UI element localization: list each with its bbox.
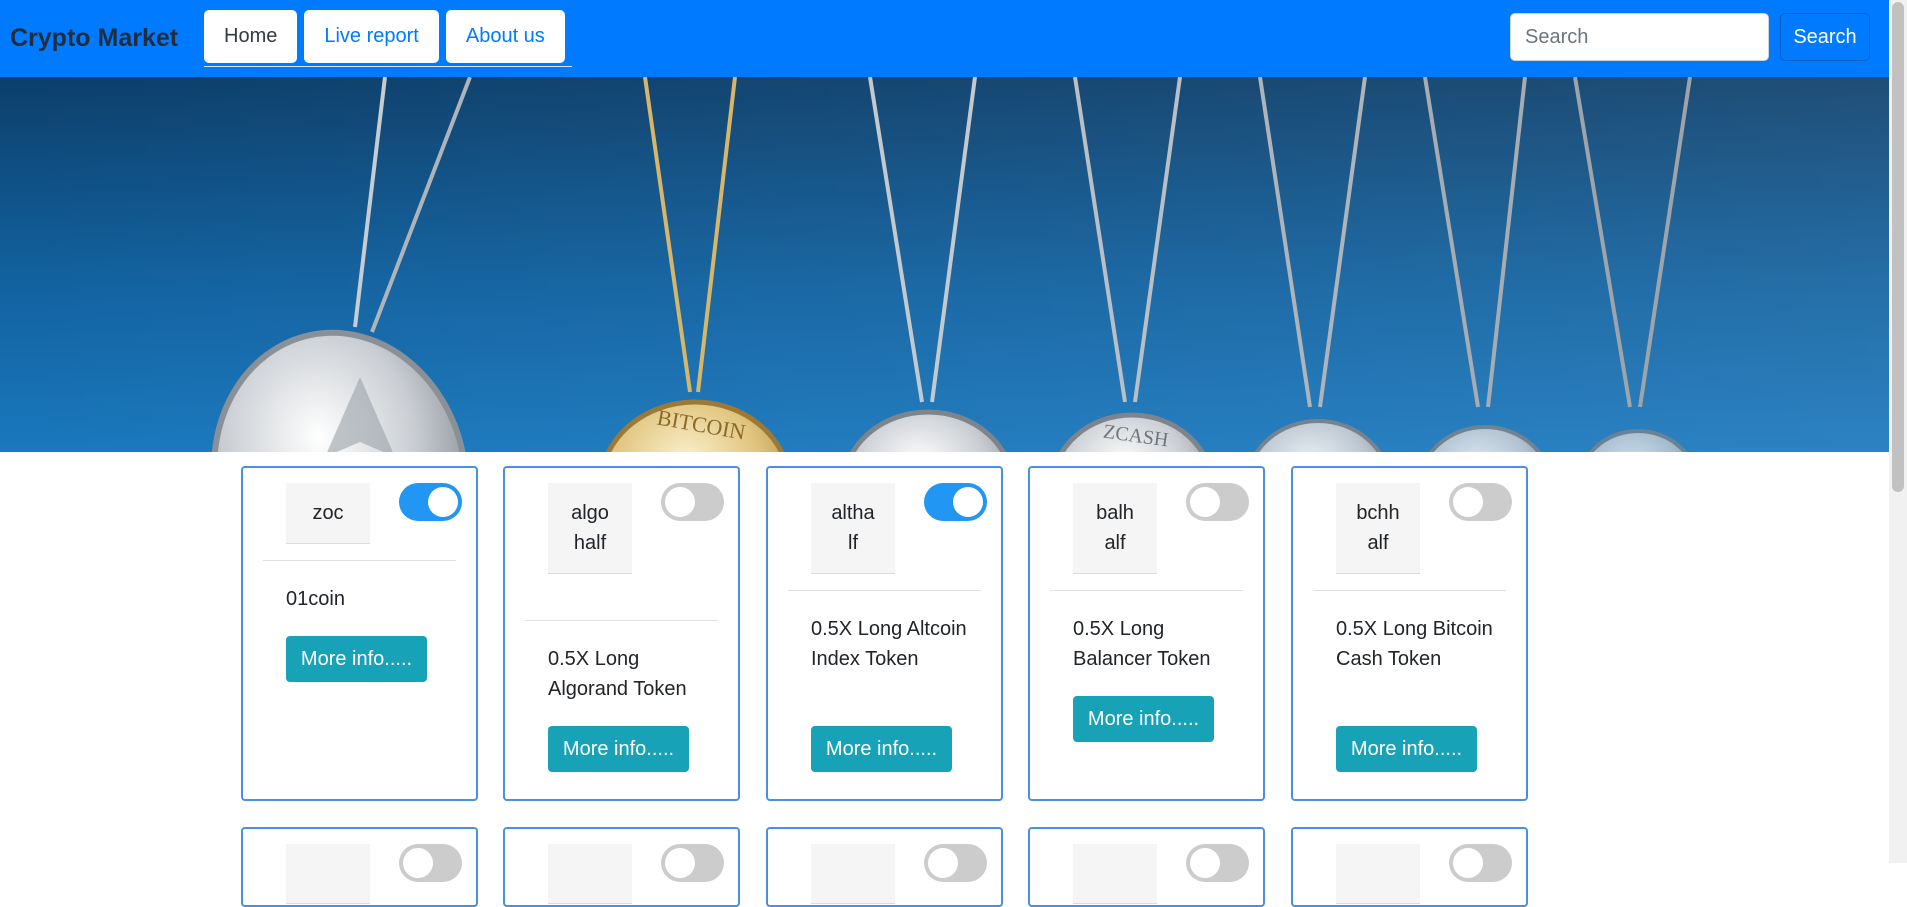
coin-card: althalf 0.5X Long Altcoin Index Token Mo… bbox=[766, 466, 1003, 801]
more-info-button[interactable]: More info..... bbox=[1073, 696, 1214, 742]
coin-card-partial bbox=[1028, 827, 1265, 907]
toggle-knob bbox=[665, 848, 695, 878]
hero-coins-illustration: BITCOIN ZCASH bbox=[0, 77, 1889, 452]
toggle-knob bbox=[403, 848, 433, 878]
more-info-button[interactable]: More info..... bbox=[1336, 726, 1477, 772]
favorite-toggle[interactable] bbox=[924, 844, 987, 882]
coin-card-partial bbox=[503, 827, 740, 907]
coin-name: 0.5X Long Balancer Token bbox=[1073, 618, 1211, 670]
coin-card-partial bbox=[766, 827, 1003, 907]
favorite-toggle[interactable] bbox=[661, 483, 724, 521]
more-info-button[interactable]: More info..... bbox=[286, 636, 427, 682]
toggle-knob bbox=[665, 487, 695, 517]
card-divider bbox=[525, 620, 718, 621]
favorite-toggle[interactable] bbox=[1186, 844, 1249, 882]
nav-tabs: Home Live report About us bbox=[204, 10, 572, 67]
coin-card: algohalf 0.5X Long Algorand Token More i… bbox=[503, 466, 740, 801]
coin-card: zoc 01coin More info..... bbox=[241, 466, 478, 801]
coin-symbol: zoc bbox=[286, 483, 370, 544]
card-divider bbox=[1313, 590, 1506, 591]
tab-about-us[interactable]: About us bbox=[445, 10, 565, 63]
coin-card: bchhalf 0.5X Long Bitcoin Cash Token Mor… bbox=[1291, 466, 1528, 801]
coin-name: 0.5X Long Altcoin Index Token bbox=[811, 618, 967, 670]
tab-live-report[interactable]: Live report bbox=[304, 10, 439, 63]
coin-symbol: balhalf bbox=[1073, 483, 1157, 574]
favorite-toggle[interactable] bbox=[399, 844, 462, 882]
coin-name: 0.5X Long Bitcoin Cash Token bbox=[1336, 618, 1493, 670]
hero-banner: BITCOIN ZCASH bbox=[0, 77, 1889, 452]
tab-home[interactable]: Home bbox=[204, 10, 298, 63]
search-button[interactable]: Search bbox=[1780, 13, 1870, 61]
toggle-knob bbox=[953, 487, 983, 517]
coin-symbol-partial bbox=[286, 844, 370, 904]
favorite-toggle[interactable] bbox=[924, 483, 987, 521]
brand-logo[interactable]: Crypto Market bbox=[10, 24, 178, 53]
coin-symbol-partial bbox=[811, 844, 895, 904]
coin-card-partial bbox=[241, 827, 478, 907]
toggle-knob bbox=[1453, 848, 1483, 878]
navbar: Crypto Market Home Live report About us … bbox=[0, 0, 1889, 77]
card-divider bbox=[788, 590, 981, 591]
coin-name: 01coin bbox=[286, 588, 345, 610]
coin-card-partial bbox=[1291, 827, 1528, 907]
coin-symbol: algohalf bbox=[548, 483, 632, 574]
toggle-knob bbox=[1190, 487, 1220, 517]
favorite-toggle[interactable] bbox=[661, 844, 724, 882]
favorite-toggle[interactable] bbox=[1449, 483, 1512, 521]
coin-symbol-partial bbox=[548, 844, 632, 904]
page-scrollbar[interactable] bbox=[1889, 0, 1907, 863]
card-divider bbox=[1050, 590, 1243, 591]
coin-name: 0.5X Long Algorand Token bbox=[548, 648, 687, 700]
search-input[interactable] bbox=[1510, 13, 1769, 61]
card-divider bbox=[263, 560, 456, 561]
coin-symbol-partial bbox=[1336, 844, 1420, 904]
toggle-knob bbox=[928, 848, 958, 878]
toggle-knob bbox=[428, 487, 458, 517]
scrollbar-thumb[interactable] bbox=[1892, 2, 1904, 492]
favorite-toggle[interactable] bbox=[1186, 483, 1249, 521]
more-info-button[interactable]: More info..... bbox=[548, 726, 689, 772]
more-info-button[interactable]: More info..... bbox=[811, 726, 952, 772]
toggle-knob bbox=[1453, 487, 1483, 517]
toggle-knob bbox=[1190, 848, 1220, 878]
coin-symbol-partial bbox=[1073, 844, 1157, 904]
coin-card: balhalf 0.5X Long Balancer Token More in… bbox=[1028, 466, 1265, 801]
coin-symbol: bchhalf bbox=[1336, 483, 1420, 574]
favorite-toggle[interactable] bbox=[399, 483, 462, 521]
favorite-toggle[interactable] bbox=[1449, 844, 1512, 882]
coin-symbol: althalf bbox=[811, 483, 895, 574]
